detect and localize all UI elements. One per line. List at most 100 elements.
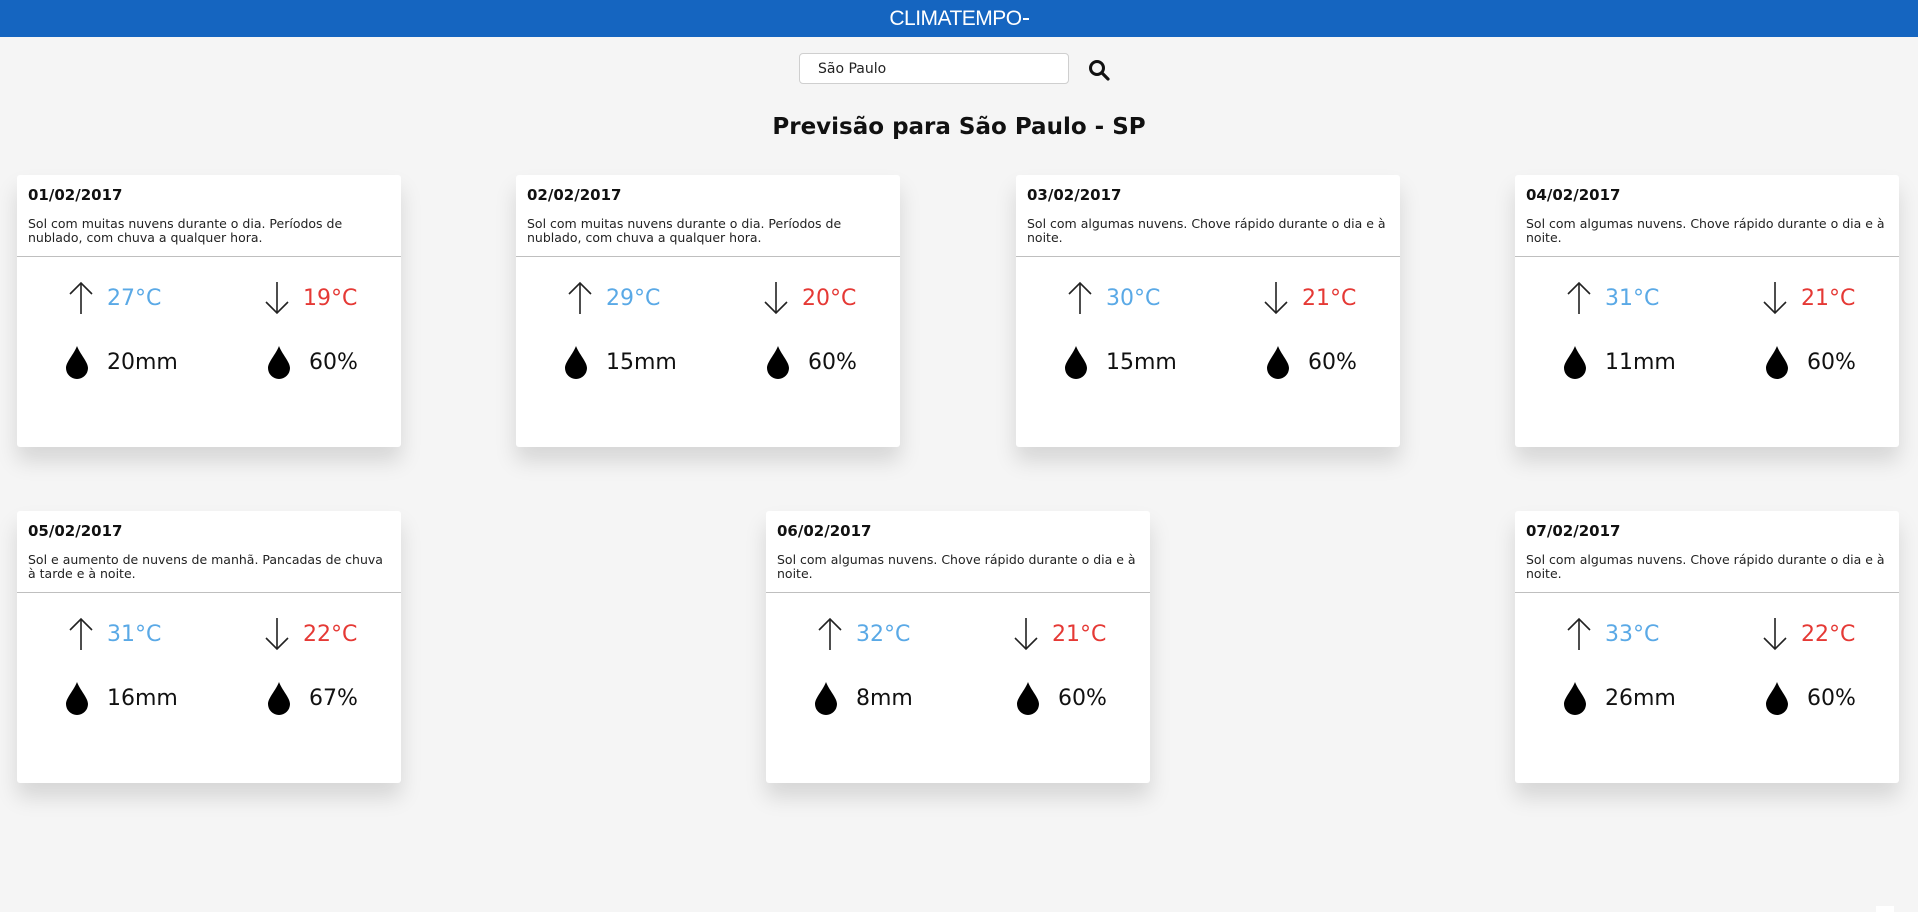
rain-value: 15mm [1106, 349, 1177, 375]
drop-icon [1766, 346, 1788, 379]
drop-icon [66, 346, 88, 379]
rain-value: 16mm [107, 685, 178, 711]
max-temp: 30°C [1068, 281, 1160, 315]
humidity-value: 60% [1308, 349, 1357, 375]
drop-icon [1766, 682, 1788, 715]
search-icon [1089, 60, 1110, 81]
max-temp: 31°C [69, 617, 161, 651]
app-logo[interactable]: CLIMATEMPO [0, 0, 1918, 37]
arrow-up-icon [69, 281, 93, 314]
arrow-down-icon [1264, 282, 1288, 315]
forecast-card: 06/02/2017 Sol com algumas nuvens. Chove… [766, 511, 1150, 783]
rain: 11mm [1563, 345, 1676, 379]
min-temp: 20°C [764, 281, 856, 315]
card-body: 31°C 22°C 16mm 67% [17, 593, 401, 782]
min-temp: 22°C [265, 617, 357, 651]
card-date: 06/02/2017 [777, 522, 872, 540]
drop-icon [767, 346, 789, 379]
card-body: 30°C 21°C 15mm 60% [1016, 257, 1400, 446]
max-temp: 33°C [1567, 617, 1659, 651]
card-date: 02/02/2017 [527, 186, 622, 204]
rain: 15mm [1064, 345, 1177, 379]
forecast-card: 03/02/2017 Sol com algumas nuvens. Chove… [1016, 175, 1400, 447]
humidity-value: 67% [309, 685, 358, 711]
card-header: 01/02/2017 Sol com muitas nuvens durante… [17, 175, 401, 257]
logo-mark [1022, 18, 1029, 20]
card-header: 04/02/2017 Sol com algumas nuvens. Chove… [1515, 175, 1899, 257]
rain: 16mm [65, 681, 178, 715]
page-title: Previsão para São Paulo - SP [772, 114, 1146, 140]
drop-icon [1065, 346, 1087, 379]
card-description: Sol com algumas nuvens. Chove rápido dur… [1526, 216, 1885, 245]
min-temp-value: 22°C [1801, 621, 1856, 647]
card-date: 07/02/2017 [1526, 522, 1621, 540]
arrow-up-icon [1567, 281, 1591, 314]
min-temp-value: 21°C [1801, 285, 1856, 311]
card-description: Sol com algumas nuvens. Chove rápido dur… [777, 552, 1136, 581]
card-body: 32°C 21°C 8mm 60% [766, 593, 1150, 782]
rain-value: 26mm [1605, 685, 1676, 711]
card-body: 31°C 21°C 11mm 60% [1515, 257, 1899, 446]
arrow-down-icon [265, 618, 289, 651]
card-body: 33°C 22°C 26mm 60% [1515, 593, 1899, 782]
humidity: 60% [1266, 345, 1357, 379]
humidity: 60% [267, 345, 358, 379]
card-body: 29°C 20°C 15mm 60% [516, 257, 900, 446]
arrow-down-icon [265, 282, 289, 315]
card-description: Sol com muitas nuvens durante o dia. Per… [527, 216, 842, 245]
min-temp: 19°C [265, 281, 357, 315]
card-header: 02/02/2017 Sol com muitas nuvens durante… [516, 175, 900, 257]
max-temp-value: 32°C [856, 621, 911, 647]
card-header: 05/02/2017 Sol e aumento de nuvens de ma… [17, 511, 401, 593]
card-date: 03/02/2017 [1027, 186, 1122, 204]
humidity-value: 60% [309, 349, 358, 375]
forecast-card: 02/02/2017 Sol com muitas nuvens durante… [516, 175, 900, 447]
arrow-up-icon [69, 617, 93, 650]
forecast-card: 01/02/2017 Sol com muitas nuvens durante… [17, 175, 401, 447]
rain: 26mm [1563, 681, 1676, 715]
max-temp: 31°C [1567, 281, 1659, 315]
min-temp-value: 21°C [1302, 285, 1357, 311]
max-temp-value: 33°C [1605, 621, 1660, 647]
rain-value: 15mm [606, 349, 677, 375]
arrow-down-icon [1014, 618, 1038, 651]
max-temp-value: 27°C [107, 285, 162, 311]
rain-value: 11mm [1605, 349, 1676, 375]
drop-icon [268, 346, 290, 379]
min-temp: 21°C [1264, 281, 1356, 315]
humidity: 60% [1765, 681, 1856, 715]
humidity-value: 60% [808, 349, 857, 375]
arrow-up-icon [1068, 281, 1092, 314]
forecast-card: 07/02/2017 Sol com algumas nuvens. Chove… [1515, 511, 1899, 783]
search-input[interactable] [799, 53, 1069, 84]
rain: 8mm [814, 681, 913, 715]
corner-widget [1876, 906, 1894, 912]
humidity: 60% [1016, 681, 1107, 715]
rain: 15mm [564, 345, 677, 379]
min-temp-value: 22°C [303, 621, 358, 647]
card-description: Sol e aumento de nuvens de manhã. Pancad… [28, 552, 383, 581]
max-temp-value: 29°C [606, 285, 661, 311]
min-temp-value: 21°C [1052, 621, 1107, 647]
arrow-down-icon [1763, 618, 1787, 651]
min-temp: 21°C [1763, 281, 1855, 315]
drop-icon [1267, 346, 1289, 379]
drop-icon [565, 346, 587, 379]
humidity-value: 60% [1807, 349, 1856, 375]
drop-icon [66, 682, 88, 715]
humidity: 60% [1765, 345, 1856, 379]
min-temp: 22°C [1763, 617, 1855, 651]
card-header: 03/02/2017 Sol com algumas nuvens. Chove… [1016, 175, 1400, 257]
arrow-down-icon [1763, 282, 1787, 315]
arrow-up-icon [568, 281, 592, 314]
rain-value: 20mm [107, 349, 178, 375]
humidity: 60% [766, 345, 857, 379]
arrow-up-icon [1567, 617, 1591, 650]
forecast-card: 04/02/2017 Sol com algumas nuvens. Chove… [1515, 175, 1899, 447]
max-temp: 32°C [818, 617, 910, 651]
rain: 20mm [65, 345, 178, 379]
search-button[interactable] [1086, 57, 1112, 83]
arrow-up-icon [818, 617, 842, 650]
humidity-value: 60% [1058, 685, 1107, 711]
min-temp-value: 20°C [802, 285, 857, 311]
